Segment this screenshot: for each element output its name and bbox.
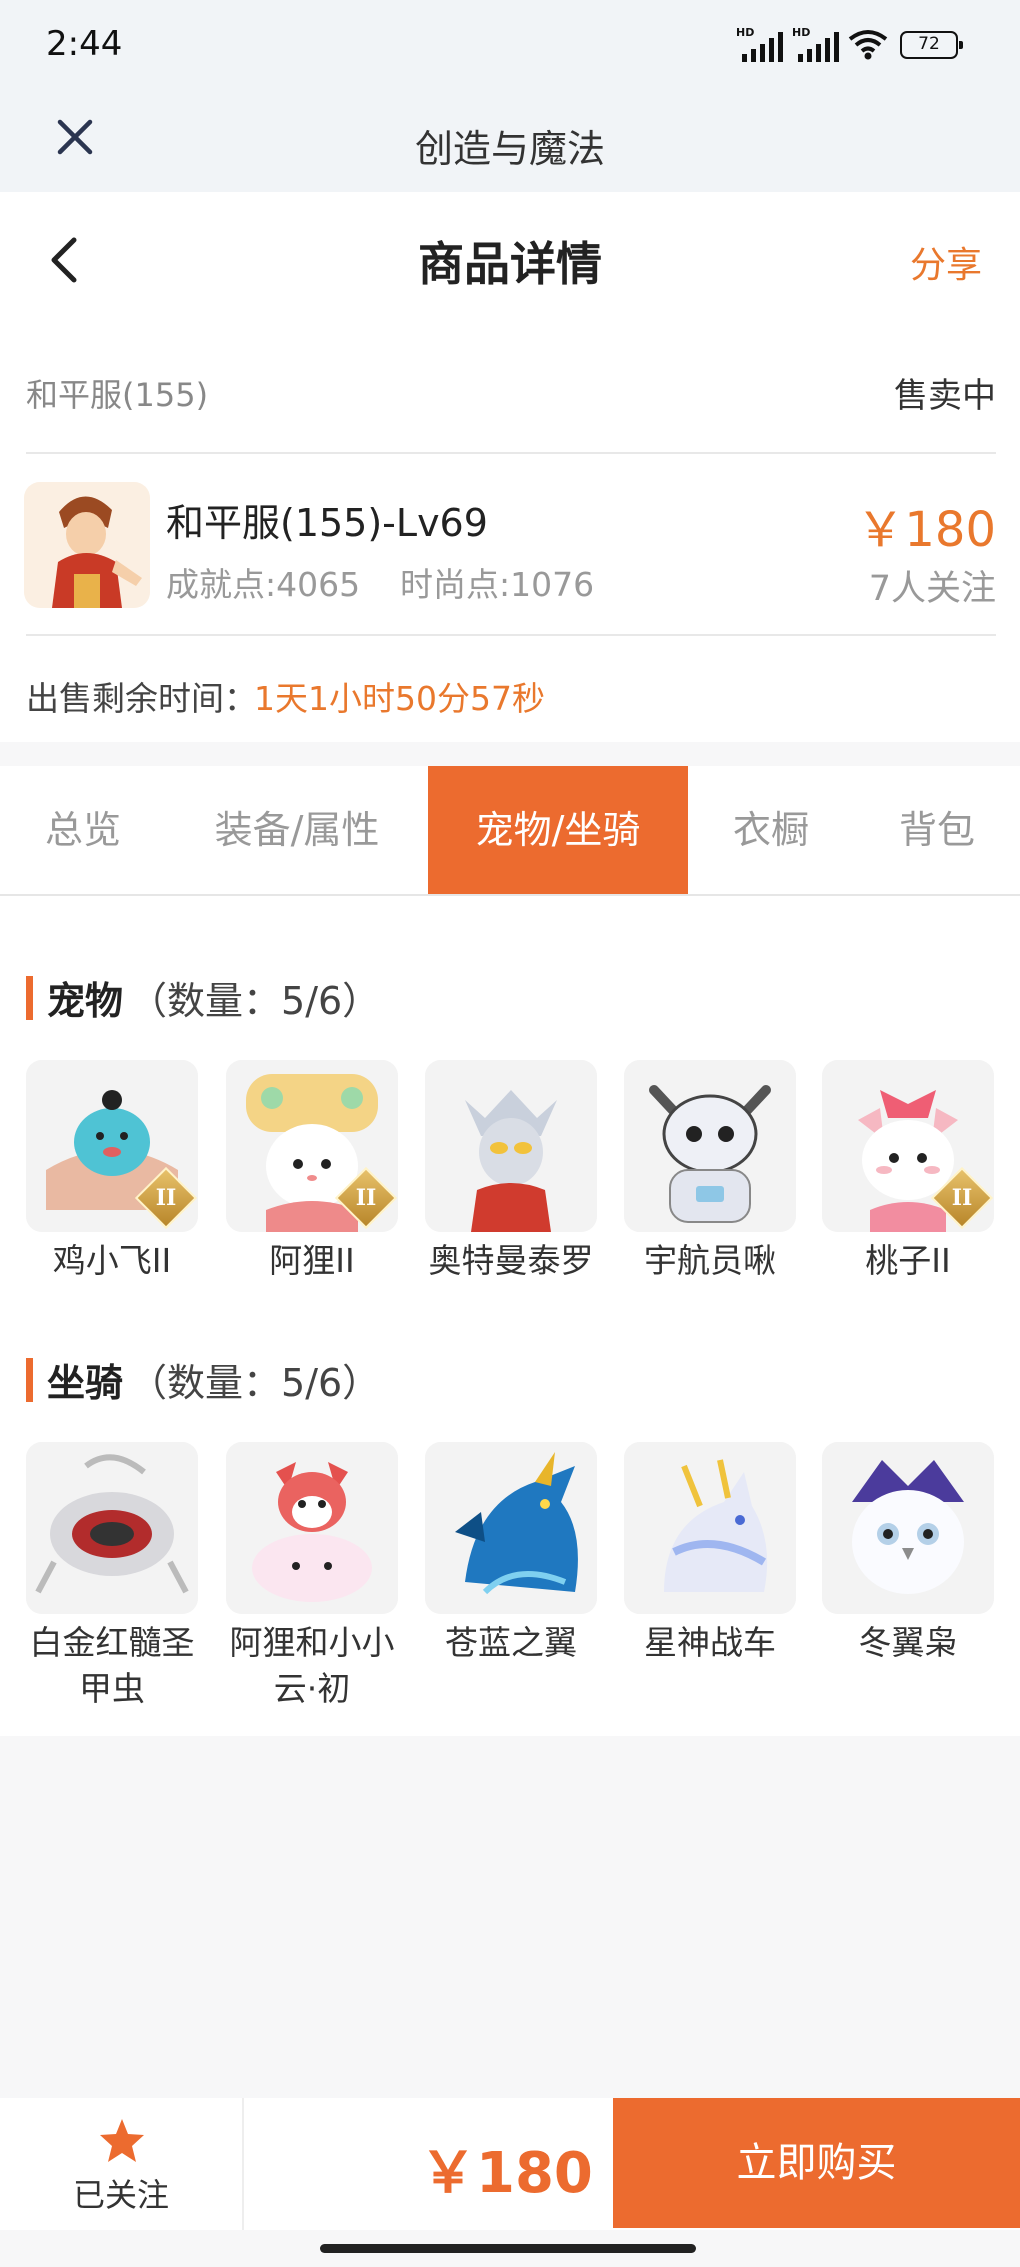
pets-count: （数量：5/6） (129, 979, 381, 1023)
pet-name: 鸡小飞II (52, 1241, 172, 1280)
pet-name: 奥特曼泰罗 (428, 1241, 594, 1280)
buy-now-button[interactable]: 立即购买 (613, 2098, 1020, 2228)
page-title: 商品详情 (418, 237, 602, 291)
pet-name: 桃子II (865, 1241, 951, 1280)
pet-name: 阿狸II (269, 1241, 355, 1280)
cellular-signal-icon-2: HD (792, 26, 839, 62)
mount-item[interactable]: 苍蓝之翼 (425, 1442, 597, 1666)
pet-item[interactable]: II 鸡小飞II (26, 1060, 198, 1284)
section-marker (26, 975, 33, 1020)
star-icon (100, 2119, 144, 2162)
mount-item[interactable]: 冬翼枭 (822, 1442, 994, 1666)
mount-thumbnail (822, 1442, 994, 1614)
share-button[interactable]: 分享 (910, 236, 982, 288)
pet-thumbnail: II (26, 1060, 198, 1232)
pet-thumbnail: II (822, 1060, 994, 1232)
app-title: 创造与魔法 (414, 127, 605, 171)
tab-wardrobe[interactable]: 衣橱 (688, 766, 854, 894)
mount-thumbnail (26, 1442, 198, 1614)
follow-button[interactable]: 已关注 (0, 2098, 244, 2230)
status-time: 2:44 (46, 24, 123, 64)
listing-price: ￥180 (856, 502, 996, 558)
mount-item[interactable]: 白金红髓圣甲虫 (26, 1442, 198, 1712)
home-indicator[interactable] (320, 2244, 696, 2253)
wifi-icon (848, 30, 888, 60)
pets-title: 宠物 (47, 979, 124, 1023)
pet-thumbnail (624, 1060, 796, 1232)
status-bar: 2:44 HD HD 72 (0, 0, 1020, 92)
remaining-time-value: 1天1小时50分57秒 (254, 679, 545, 718)
character-avatar (24, 482, 150, 608)
section-marker (26, 1357, 33, 1402)
achievement-points: 成就点:4065 (166, 565, 361, 604)
mount-name: 苍蓝之翼 (445, 1623, 577, 1662)
follower-count: 7人关注 (868, 569, 996, 609)
follow-label: 已关注 (72, 2176, 169, 2214)
sale-status: 售卖中 (894, 376, 996, 416)
tab-bar: 总览 装备/属性 宠物/坐骑 衣橱 背包 (0, 766, 1020, 896)
tab-backpack[interactable]: 背包 (854, 766, 1020, 894)
remaining-time-label: 出售剩余时间： (26, 679, 257, 718)
mount-thumbnail (425, 1442, 597, 1614)
mount-item[interactable]: 星神战车 (624, 1442, 796, 1666)
mount-name: 白金红髓圣甲虫 (29, 1623, 195, 1708)
pets-section-title: 宠物 （数量：5/6） (26, 970, 380, 1025)
fashion-points: 时尚点:1076 (400, 565, 595, 604)
bottom-action-bar: 已关注 ￥180 立即购买 (0, 2098, 1020, 2230)
tab-equipment[interactable]: 装备/属性 (166, 766, 428, 894)
cellular-signal-icon: HD (736, 26, 783, 62)
mounts-title: 坐骑 (47, 1361, 124, 1405)
role-name: 和平服(155)-Lv69 (166, 501, 488, 545)
pet-name: 宇航员啾 (644, 1241, 776, 1280)
divider (26, 634, 996, 636)
mount-name: 星神战车 (644, 1623, 776, 1662)
tab-content: 宠物 （数量：5/6） II 鸡小飞II II 阿狸II 奥特曼泰罗 宇航员啾 … (0, 896, 1020, 1736)
mount-name: 阿狸和小小云·初 (229, 1623, 395, 1708)
mount-item[interactable]: 阿狸和小小云·初 (226, 1442, 398, 1712)
tab-pets-mounts[interactable]: 宠物/坐骑 (428, 766, 688, 894)
pet-item[interactable]: II 阿狸II (226, 1060, 398, 1284)
mount-name: 冬翼枭 (858, 1623, 958, 1662)
pet-item[interactable]: 宇航员啾 (624, 1060, 796, 1284)
server-name: 和平服(155) (26, 376, 209, 414)
app-bar: 创造与魔法 (0, 92, 1020, 192)
battery-icon: 72 (900, 31, 963, 59)
mounts-section-title: 坐骑 （数量：5/6） (26, 1352, 380, 1407)
pet-thumbnail: II (226, 1060, 398, 1232)
mount-thumbnail (226, 1442, 398, 1614)
divider (26, 452, 996, 454)
tab-overview[interactable]: 总览 (0, 766, 166, 894)
pet-thumbnail (425, 1060, 597, 1232)
status-icons: HD HD 72 (736, 26, 963, 62)
mounts-count: （数量：5/6） (129, 1361, 381, 1405)
mount-thumbnail (624, 1442, 796, 1614)
pet-item[interactable]: 奥特曼泰罗 (425, 1060, 597, 1284)
pet-item[interactable]: II 桃子II (822, 1060, 994, 1284)
bottom-price: ￥180 (420, 2141, 593, 2206)
